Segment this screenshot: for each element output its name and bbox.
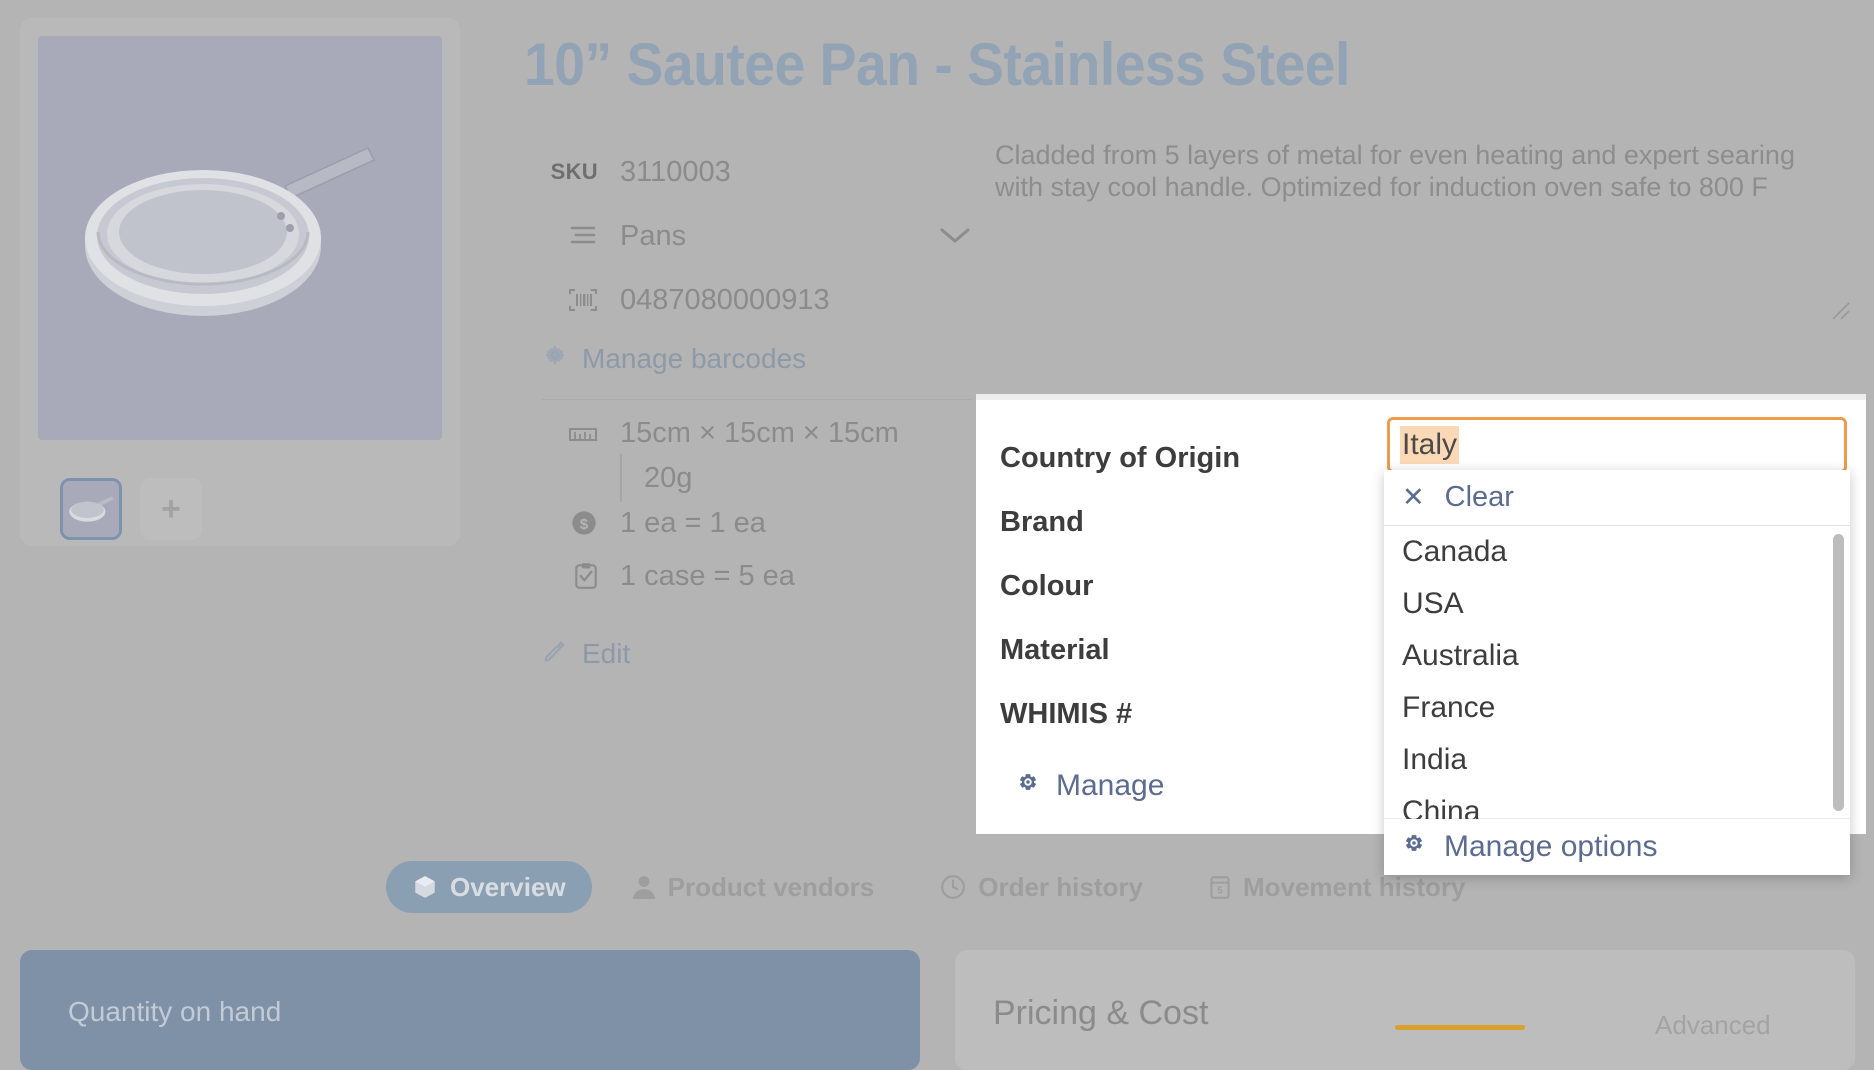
manage-attributes-link[interactable]: Manage xyxy=(1014,768,1240,804)
barcode-icon xyxy=(520,287,598,313)
manage-attributes-label: Manage xyxy=(1056,769,1164,803)
page-title: 10” Sautee Pan - Stainless Steel xyxy=(524,30,1536,99)
dropdown-option-france[interactable]: France xyxy=(1384,682,1850,734)
uom-row: $ 1 ea = 1 ea xyxy=(520,502,1000,544)
sku-value: 3110003 xyxy=(620,156,731,189)
dropdown-option-australia[interactable]: Australia xyxy=(1384,630,1850,682)
tab-overview[interactable]: Overview xyxy=(386,861,592,913)
clipboard-icon xyxy=(520,562,598,590)
divider xyxy=(542,399,972,400)
manage-barcodes-link[interactable]: Manage barcodes xyxy=(542,342,990,375)
tab-product-vendors[interactable]: Product vendors xyxy=(606,861,901,913)
quantity-on-hand-card[interactable]: Quantity on hand xyxy=(20,950,920,1070)
dollar-circle-icon: $ xyxy=(520,509,598,537)
dimensions-row: 15cm × 15cm × 15cm xyxy=(520,412,1000,454)
add-image-button[interactable]: + xyxy=(140,478,202,540)
product-description[interactable]: Cladded from 5 layers of metal for even … xyxy=(995,140,1815,204)
dimensions-value: 15cm × 15cm × 15cm xyxy=(620,417,899,450)
person-icon xyxy=(632,874,656,900)
dropdown-option-china[interactable]: China xyxy=(1384,786,1850,819)
gear-icon xyxy=(1014,768,1042,804)
dropdown-option-india[interactable]: India xyxy=(1384,734,1850,786)
weight-value: 20g xyxy=(620,454,1000,502)
product-image-card: + xyxy=(20,18,460,546)
barcode-value: 0487080000913 xyxy=(620,284,830,317)
pencil-icon xyxy=(542,638,566,670)
tab-order-history[interactable]: Order history xyxy=(914,861,1169,913)
pricing-cost-title: Pricing & Cost xyxy=(993,994,1208,1033)
case-value: 1 case = 5 ea xyxy=(620,560,795,593)
ruler-icon xyxy=(520,423,598,443)
country-of-origin-input[interactable]: Italy xyxy=(1387,417,1847,473)
dropdown-option-usa[interactable]: USA xyxy=(1384,578,1850,630)
tab-overview-label: Overview xyxy=(450,872,566,903)
dropdown-scrollbar[interactable] xyxy=(1833,534,1844,811)
close-icon: ✕ xyxy=(1402,482,1425,513)
uom-value: 1 ea = 1 ea xyxy=(620,507,766,540)
category-value: Pans xyxy=(620,220,686,253)
accent-underline xyxy=(1395,1025,1525,1030)
attribute-label-brand: Brand xyxy=(1000,490,1240,554)
advanced-label: Advanced xyxy=(1655,1010,1771,1041)
sautee-pan-image xyxy=(38,36,442,440)
gear-icon xyxy=(542,342,568,375)
manage-barcodes-label: Manage barcodes xyxy=(582,343,806,375)
attribute-label-country-of-origin: Country of Origin xyxy=(1000,426,1240,490)
box-icon xyxy=(412,874,438,900)
attribute-label-material: Material xyxy=(1000,618,1240,682)
edit-label: Edit xyxy=(582,638,630,670)
category-row[interactable]: Pans xyxy=(520,204,990,268)
product-meta: SKU 3110003 Pans xyxy=(520,140,990,412)
resize-handle-icon[interactable] xyxy=(1830,300,1852,322)
manage-options-label: Manage options xyxy=(1444,830,1658,864)
country-of-origin-dropdown: ✕ Clear Canada USA Australia France Indi… xyxy=(1384,470,1850,875)
sku-label: SKU xyxy=(520,159,598,185)
tab-product-vendors-label: Product vendors xyxy=(668,872,875,903)
case-row: 1 case = 5 ea xyxy=(520,544,1000,608)
thumbnail-row: + xyxy=(60,478,202,540)
country-of-origin-value: Italy xyxy=(1400,426,1459,464)
svg-text:5: 5 xyxy=(1217,886,1223,897)
quantity-on-hand-title: Quantity on hand xyxy=(68,996,281,1028)
chevron-down-icon[interactable] xyxy=(938,220,990,253)
attribute-list: Country of Origin Brand Colour Material … xyxy=(1000,426,1240,804)
attribute-label-colour: Colour xyxy=(1000,554,1240,618)
svg-text:$: $ xyxy=(580,516,589,533)
clear-option[interactable]: ✕ Clear xyxy=(1384,470,1850,526)
thumbnail-item[interactable] xyxy=(60,478,122,540)
clear-label: Clear xyxy=(1445,481,1514,514)
gear-icon xyxy=(1400,829,1428,865)
dropdown-option-list[interactable]: Canada USA Australia France India China … xyxy=(1384,526,1850,819)
attribute-label-whimis: WHIMIS # xyxy=(1000,682,1240,746)
sku-row: SKU 3110003 xyxy=(520,140,990,204)
product-image-frame[interactable] xyxy=(38,36,442,440)
tab-movement-history-label: Movement history xyxy=(1243,872,1466,903)
dropdown-option-canada[interactable]: Canada xyxy=(1384,526,1850,578)
product-dimensions: 15cm × 15cm × 15cm 20g $ 1 ea = 1 ea 1 c… xyxy=(520,412,1000,670)
tab-order-history-label: Order history xyxy=(978,872,1143,903)
product-detail-page: + 10” Sautee Pan - Stainless Steel SKU 3… xyxy=(0,0,1874,1056)
barcode-row: 0487080000913 xyxy=(520,268,990,332)
clock-icon xyxy=(940,874,966,900)
list-icon xyxy=(520,223,598,249)
sautee-pan-thumbnail-icon xyxy=(63,481,119,537)
manage-options-link[interactable]: Manage options xyxy=(1384,819,1850,875)
edit-link[interactable]: Edit xyxy=(542,638,1000,670)
calendar-icon: 5 xyxy=(1209,874,1231,900)
tab-bar: Overview Product vendors Order history xyxy=(380,855,1497,919)
